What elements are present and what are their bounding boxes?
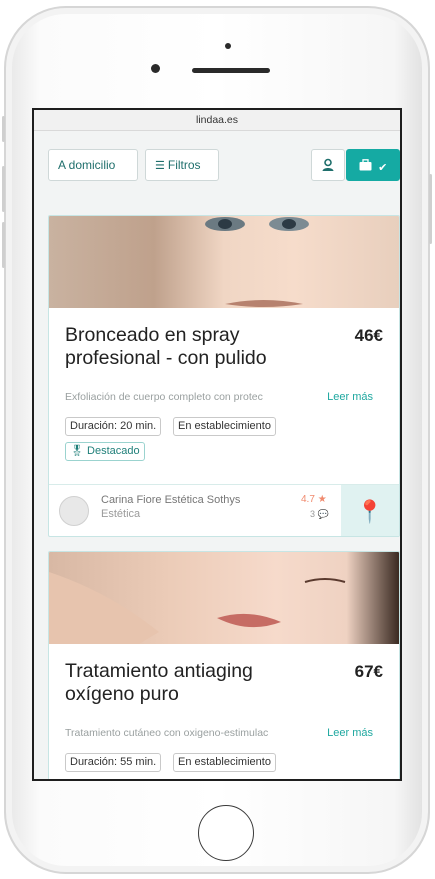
- url-bar[interactable]: lindaa.es: [34, 110, 400, 131]
- provider-row[interactable]: Carina Fiore Estética Sothys Estética 4.…: [49, 484, 399, 536]
- location-tag: En establecimiento: [173, 753, 276, 772]
- service-description: Exfoliación de cuerpo completo con prote…: [65, 391, 263, 403]
- volume-down-button: [2, 222, 5, 268]
- rating-value: 4.7: [301, 494, 315, 505]
- star-icon: ★: [317, 494, 327, 505]
- phone-screen: lindaa.es A domicilio ☰ Filtros ✔ Bronce…: [32, 108, 402, 781]
- page-content: A domicilio ☰ Filtros ✔ Bronceado en spr…: [34, 131, 400, 779]
- filtros-button[interactable]: ☰ Filtros: [145, 149, 219, 181]
- filtros-label: Filtros: [167, 158, 201, 172]
- map-location-button[interactable]: 📍: [341, 485, 399, 536]
- service-title[interactable]: Tratamiento antiaging oxígeno puro: [65, 660, 320, 706]
- earpiece-speaker: [192, 68, 270, 73]
- map-pin-icon: 📍: [356, 499, 384, 524]
- service-card[interactable]: Bronceado en spray profesional - con pul…: [48, 215, 400, 537]
- provider-rating: 4.7 ★: [301, 494, 327, 505]
- service-photo: [49, 216, 399, 308]
- provider-name: Carina Fiore Estética Sothys: [101, 494, 241, 506]
- front-camera: [151, 64, 160, 73]
- user-view-button[interactable]: [311, 149, 345, 181]
- provider-avatar: [59, 496, 89, 526]
- a-domicilio-label: A domicilio: [58, 158, 116, 172]
- service-description: Tratamiento cutáneo con oxigeno-estimula…: [65, 727, 269, 739]
- business-view-button[interactable]: ✔: [346, 149, 400, 181]
- sliders-icon: ☰: [155, 160, 165, 172]
- service-photo: [49, 552, 399, 644]
- comment-icon: 💬: [317, 509, 329, 519]
- url-text: lindaa.es: [195, 114, 239, 126]
- user-icon: [322, 158, 334, 171]
- review-count: 3 💬: [310, 509, 329, 520]
- featured-label: Destacado: [87, 445, 140, 457]
- featured-tag: 🎖 Destacado: [65, 442, 145, 461]
- filter-toolbar: A domicilio ☰ Filtros ✔: [46, 145, 400, 183]
- reviews-value: 3: [310, 509, 316, 519]
- provider-category: Estética: [101, 508, 141, 520]
- service-price: 46€: [354, 326, 383, 345]
- leer-mas-link[interactable]: Leer más: [327, 727, 373, 739]
- volume-up-button: [2, 166, 5, 212]
- duration-tag: Duración: 20 min.: [65, 417, 162, 436]
- proximity-sensor: [225, 43, 231, 49]
- featured-icon: 🎖: [70, 445, 84, 457]
- a-domicilio-button[interactable]: A domicilio: [48, 149, 138, 181]
- location-tag: En establecimiento: [173, 417, 276, 436]
- power-button: [429, 174, 432, 244]
- check-icon: ✔: [378, 162, 388, 174]
- duration-tag: Duración: 55 min.: [65, 753, 162, 772]
- mute-switch: [2, 116, 5, 142]
- leer-mas-link[interactable]: Leer más: [327, 391, 373, 403]
- service-title[interactable]: Bronceado en spray profesional - con pul…: [65, 324, 320, 370]
- briefcase-icon: [359, 159, 372, 171]
- service-price: 67€: [354, 662, 383, 681]
- service-card[interactable]: Tratamiento antiaging oxígeno puro 67€ T…: [48, 551, 400, 779]
- home-button[interactable]: [198, 805, 254, 861]
